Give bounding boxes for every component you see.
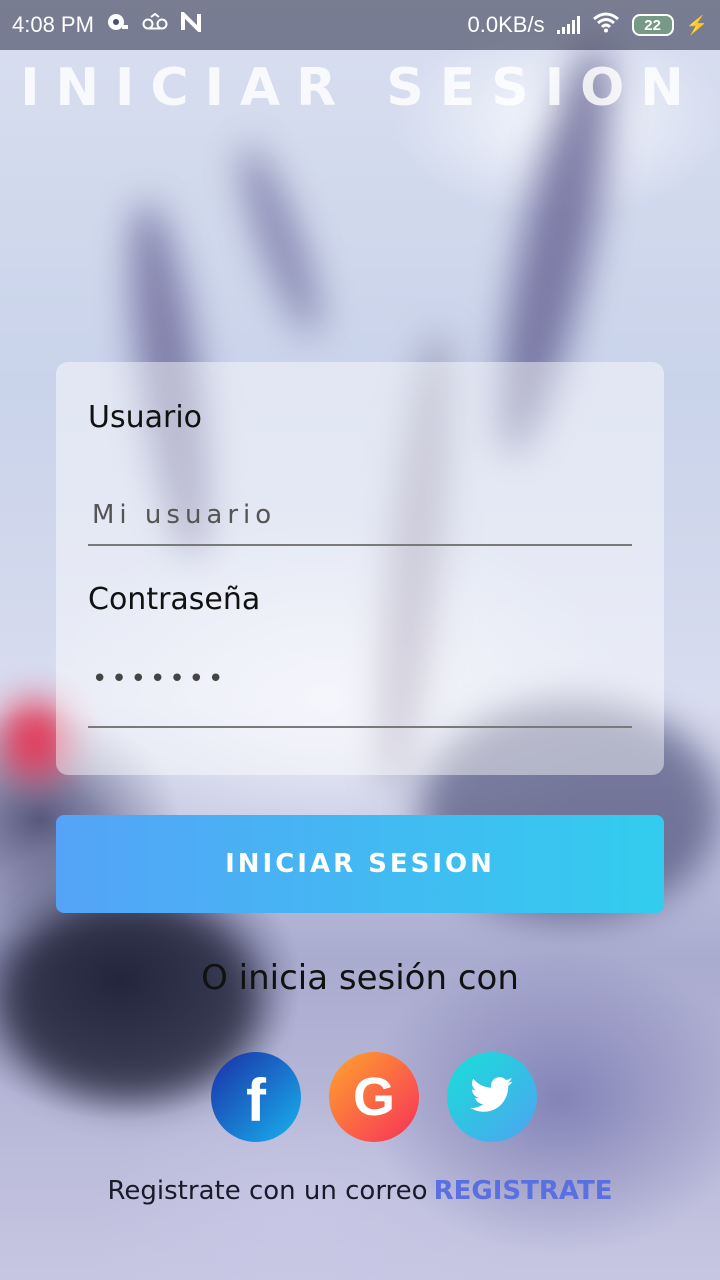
google-icon: G: [352, 1067, 395, 1127]
google-login-button[interactable]: G: [329, 1052, 419, 1142]
voicemail-icon: [142, 12, 168, 38]
register-text: Registrate con un correo: [107, 1176, 428, 1206]
register-link[interactable]: REGISTRATE: [434, 1176, 613, 1206]
username-input[interactable]: [88, 486, 632, 546]
charging-icon: ⚡: [685, 14, 708, 35]
login-button[interactable]: INICIAR SESION: [56, 815, 664, 913]
battery-icon: 22: [631, 14, 674, 36]
login-form-card: Usuario Contraseña •••••••: [56, 362, 664, 775]
notification-icon: [106, 12, 130, 38]
password-label: Contraseña: [88, 582, 261, 617]
facebook-icon: f: [246, 1067, 266, 1134]
network-speed: 0.0KB/s: [467, 12, 545, 37]
social-login-heading: O inicia sesión con: [201, 958, 519, 998]
signal-icon: [556, 16, 580, 34]
status-bar: 4:08 PM 0.0KB/s 22 ⚡: [0, 0, 720, 50]
wifi-icon: [592, 11, 620, 39]
twitter-login-button[interactable]: [447, 1052, 537, 1142]
twitter-icon: [470, 1077, 514, 1117]
battery-level: 22: [644, 16, 661, 34]
page-title: INICIAR SESION: [20, 58, 700, 118]
facebook-login-button[interactable]: f: [211, 1052, 301, 1142]
n-app-icon: [180, 9, 202, 38]
status-time: 4:08 PM: [12, 12, 94, 37]
username-label: Usuario: [88, 400, 203, 435]
password-mask: •••••••: [92, 664, 228, 694]
register-prompt: Registrate con un correo REGISTRATE: [0, 1176, 720, 1206]
